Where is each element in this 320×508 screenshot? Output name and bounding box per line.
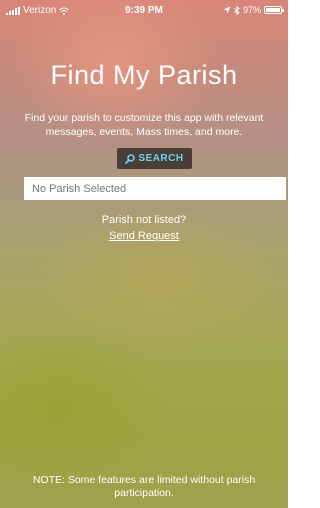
- parish-not-listed-text: Parish not listed?: [101, 214, 187, 226]
- status-bar: Verizon 9:39 PM 97%: [0, 0, 288, 22]
- footer-note: NOTE: Some features are limited without …: [32, 474, 256, 499]
- battery-icon: [264, 6, 284, 14]
- bluetooth-icon: [234, 5, 240, 15]
- send-request-row: Send Request: [0, 230, 288, 242]
- find-my-parish-screen: Verizon 9:39 PM 97% Find My Parish Find …: [0, 0, 288, 508]
- send-request-link[interactable]: Send Request: [109, 230, 179, 242]
- location-arrow-icon: [223, 6, 231, 14]
- page-title: Find My Parish: [50, 60, 238, 90]
- search-button[interactable]: SEARCH: [117, 148, 192, 169]
- battery-percent: 97%: [242, 5, 261, 15]
- parish-selection-field[interactable]: [24, 177, 286, 200]
- battery-fill: [266, 8, 280, 12]
- search-button-label: SEARCH: [138, 153, 184, 164]
- page-subtitle: Find your parish to customize this app w…: [24, 112, 264, 138]
- search-icon: [125, 153, 136, 164]
- status-right: 97%: [223, 5, 284, 15]
